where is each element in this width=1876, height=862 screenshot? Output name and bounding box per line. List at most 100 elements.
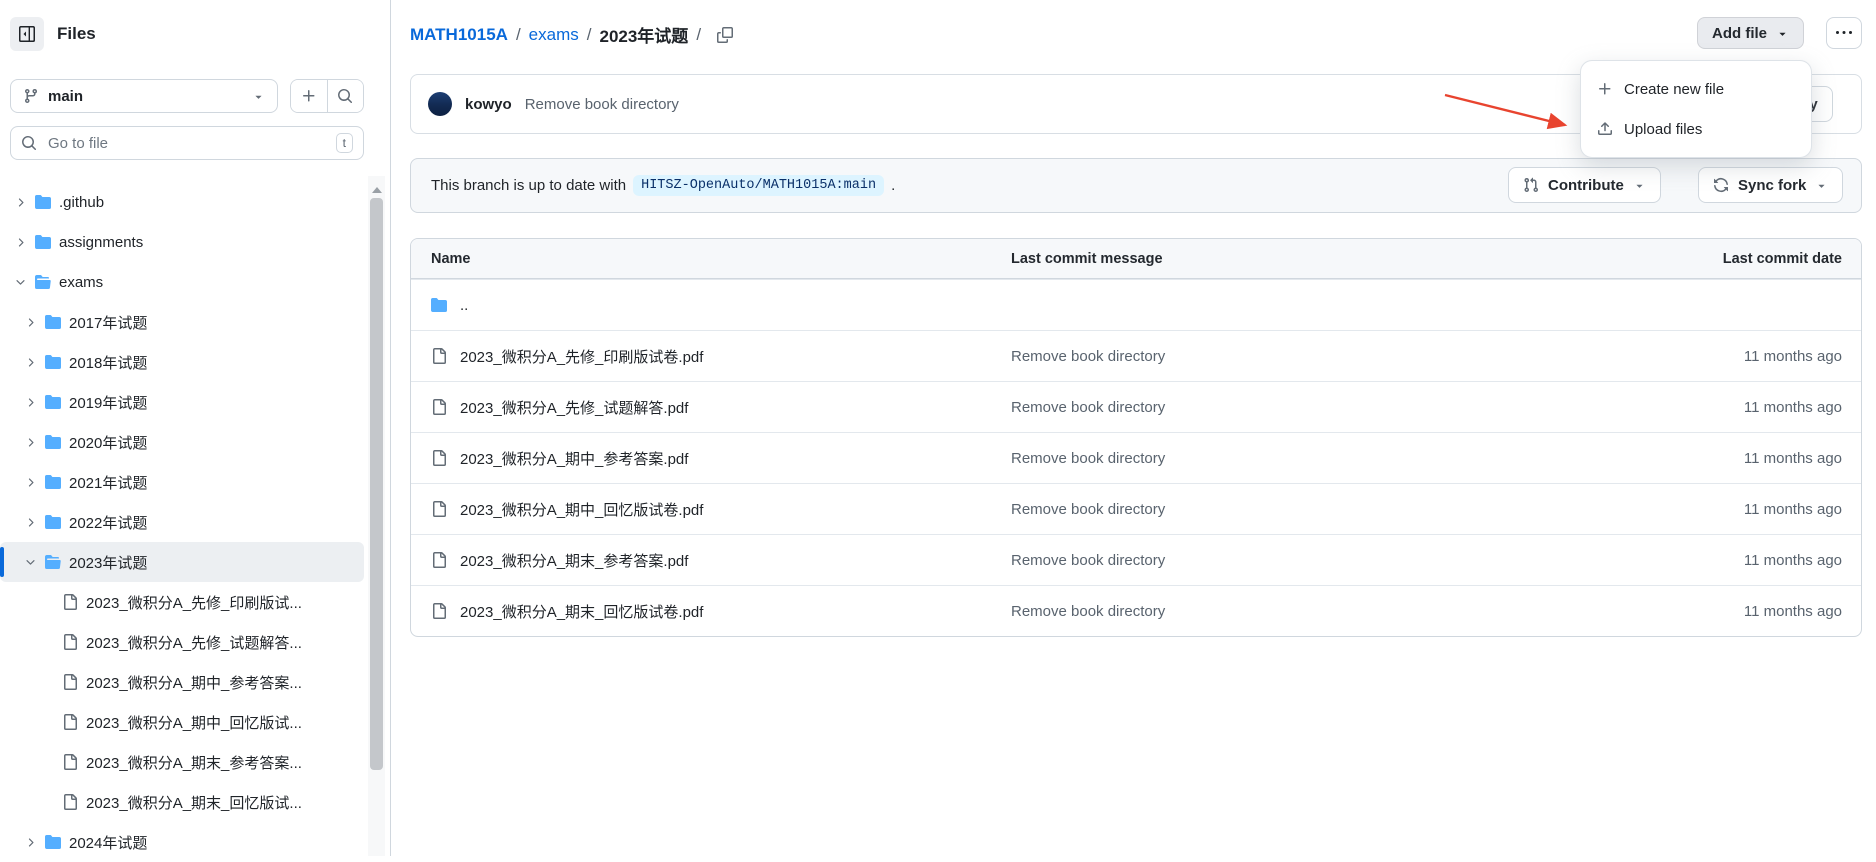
commit-message-link[interactable]: Remove book directory [1011,399,1165,416]
files-header: Files [10,17,96,51]
breadcrumb-repo-link[interactable]: MATH1015A [410,25,508,45]
copy-path-button[interactable] [715,25,735,45]
more-options-button[interactable] [1826,17,1862,49]
commit-date: 11 months ago [1744,552,1842,569]
chevron-down-icon [14,276,27,289]
sync-icon [1713,177,1729,193]
folder-open-icon [35,274,51,290]
table-row[interactable]: 2023_微积分A_期中_参考答案.pdf Remove book direct… [411,432,1861,483]
commit-message-link[interactable]: Remove book directory [1011,348,1165,365]
chevron-right-icon [24,316,37,329]
tree-item-label: 2019年试题 [69,392,147,413]
tree-item-file[interactable]: 2023_微积分A_期中_参考答案... [0,662,364,702]
file-icon [431,348,447,364]
chevron-down-icon [1776,27,1789,40]
file-name-link[interactable]: 2023_微积分A_先修_印刷版试卷.pdf [460,346,703,367]
commit-date: 11 months ago [1744,348,1842,365]
plus-icon [301,88,317,104]
commit-message-link[interactable]: Remove book directory [1011,450,1165,467]
tree-item-2022[interactable]: 2022年试题 [0,502,364,542]
tree-item-2024[interactable]: 2024年试题 [0,822,364,862]
search-icon [21,135,37,151]
file-icon [62,714,78,730]
breadcrumb-separator: / [696,25,701,45]
folder-icon [35,194,51,210]
file-name-link[interactable]: 2023_微积分A_期末_回忆版试卷.pdf [460,601,703,622]
sync-fork-button[interactable]: Sync fork [1698,167,1843,203]
breadcrumb-separator: / [516,25,521,45]
sidebar-scrollbar-thumb[interactable] [370,198,383,770]
file-icon [431,501,447,517]
tree-actions-group [290,79,364,113]
chevron-right-icon [14,236,27,249]
tree-item-2023-selected[interactable]: 2023年试题 [0,542,364,582]
tree-item-2020[interactable]: 2020年试题 [0,422,364,462]
search-tree-button[interactable] [327,80,364,112]
collapse-sidebar-button[interactable] [10,17,44,51]
folder-open-icon [45,554,61,570]
parent-dir-link[interactable]: .. [460,297,468,314]
tree-item-label: 2023_微积分A_期中_回忆版试... [86,712,302,733]
tree-item-label: 2020年试题 [69,432,147,453]
tree-item-label: .github [59,194,104,211]
commit-date: 11 months ago [1744,501,1842,518]
scrollbar-up-arrow[interactable] [372,187,382,193]
chevron-down-icon [1815,179,1828,192]
column-header-message: Last commit message [1011,251,1611,267]
tree-item-exams[interactable]: exams [0,262,364,302]
file-icon [431,603,447,619]
go-to-file-box: t [10,126,364,160]
breadcrumb: MATH1015A / exams / 2023年试题 / [410,22,735,47]
commit-message-link[interactable]: Remove book directory [1011,552,1165,569]
commit-message-link[interactable]: Remove book directory [1011,603,1165,620]
tree-item-file[interactable]: 2023_微积分A_期末_回忆版试... [0,782,364,822]
folder-icon [45,514,61,530]
tree-item-label: 2023_微积分A_期末_回忆版试... [86,792,302,813]
folder-icon [45,834,61,850]
breadcrumb-folder-link[interactable]: exams [529,25,579,45]
go-to-file-input[interactable] [46,134,327,153]
table-row[interactable]: 2023_微积分A_先修_试题解答.pdf Remove book direct… [411,381,1861,432]
table-row[interactable]: 2023_微积分A_先修_印刷版试卷.pdf Remove book direc… [411,330,1861,381]
tree-item-label: 2023年试题 [69,552,147,573]
tree-item-label: 2017年试题 [69,312,147,333]
avatar[interactable] [428,92,452,116]
file-name-link[interactable]: 2023_微积分A_先修_试题解答.pdf [460,397,688,418]
chevron-right-icon [14,196,27,209]
table-row[interactable]: 2023_微积分A_期中_回忆版试卷.pdf Remove book direc… [411,483,1861,534]
file-name-link[interactable]: 2023_微积分A_期中_参考答案.pdf [460,448,688,469]
add-file-button[interactable]: Add file [1697,17,1804,49]
new-file-button[interactable] [291,80,327,112]
commit-author-link[interactable]: kowyo [465,96,512,113]
table-row[interactable]: 2023_微积分A_期末_回忆版试卷.pdf Remove book direc… [411,585,1861,636]
contribute-button[interactable]: Contribute [1508,167,1661,203]
file-name-link[interactable]: 2023_微积分A_期中_回忆版试卷.pdf [460,499,703,520]
tree-item-github[interactable]: .github [0,182,364,222]
tree-item-file[interactable]: 2023_微积分A_期中_回忆版试... [0,702,364,742]
menu-item-upload-files[interactable]: Upload files [1581,109,1811,149]
table-row[interactable]: 2023_微积分A_期末_参考答案.pdf Remove book direct… [411,534,1861,585]
git-branch-icon [23,88,39,104]
tree-item-2019[interactable]: 2019年试题 [0,382,364,422]
menu-item-label: Create new file [1624,81,1724,98]
tree-item-assignments[interactable]: assignments [0,222,364,262]
tree-item-2018[interactable]: 2018年试题 [0,342,364,382]
chevron-down-icon [1633,179,1646,192]
tree-item-2017[interactable]: 2017年试题 [0,302,364,342]
file-name-link[interactable]: 2023_微积分A_期末_参考答案.pdf [460,550,688,571]
commit-date: 11 months ago [1744,450,1842,467]
branch-selector[interactable]: main [10,79,278,113]
tree-item-file[interactable]: 2023_微积分A_先修_印刷版试... [0,582,364,622]
tree-item-file[interactable]: 2023_微积分A_期末_参考答案... [0,742,364,782]
file-icon [431,399,447,415]
commit-message-link[interactable]: Remove book directory [525,96,679,113]
tree-item-2021[interactable]: 2021年试题 [0,462,364,502]
table-row-parent-dir[interactable]: .. [411,279,1861,330]
menu-item-create-new-file[interactable]: Create new file [1581,69,1811,109]
commit-message-link[interactable]: Remove book directory [1011,501,1165,518]
breadcrumb-separator: / [587,25,592,45]
tree-item-file[interactable]: 2023_微积分A_先修_试题解答... [0,622,364,662]
folder-icon [35,234,51,250]
branch-name: main [48,88,83,105]
files-table: Name Last commit message Last commit dat… [410,238,1862,637]
